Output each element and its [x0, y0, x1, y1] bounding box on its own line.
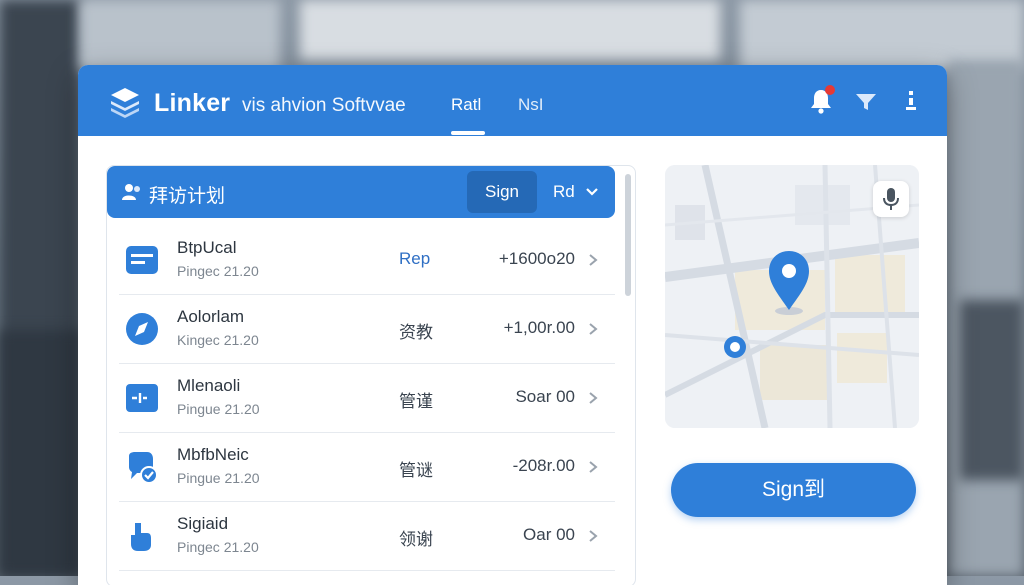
stack-logo-icon	[111, 88, 139, 118]
list-item[interactable]: MbfbNeic Pingue 21.20 管谜 -208r.00	[119, 433, 615, 502]
visit-status: 资教	[399, 323, 433, 342]
filter-dropdown[interactable]: Rd	[553, 182, 575, 202]
visit-plan-header: 拜访计划 Sign Rd	[107, 166, 615, 218]
visit-time: Kingec 21.20	[177, 332, 259, 348]
location-map[interactable]	[665, 165, 919, 428]
list-item[interactable]: Sigiaid Pingec 21.20 领谢 Oar 00	[119, 502, 615, 571]
card-icon	[126, 246, 158, 274]
visit-plan-title: 拜访计划	[149, 186, 226, 207]
compass-icon	[126, 313, 158, 345]
app-window: Linker vis ahvion Softvvae Ratl NsI 拜访计划	[78, 65, 947, 585]
chevron-right-icon	[589, 530, 598, 542]
visit-name: Sigiaid	[177, 514, 229, 533]
more-icon[interactable]	[898, 87, 924, 115]
visit-amount: Oar 00	[523, 525, 575, 544]
chevron-right-icon	[589, 461, 598, 473]
microphone-button[interactable]	[873, 181, 909, 217]
visit-name: MbfbNeic	[177, 445, 249, 464]
app-brand: Linker	[154, 89, 231, 117]
notification-badge	[825, 85, 835, 95]
visit-status: Rep	[399, 249, 431, 268]
visit-time: Pingec 21.20	[177, 263, 259, 279]
visit-amount: Soar 00	[515, 387, 575, 406]
visit-name: BtpUcal	[177, 238, 237, 257]
visit-time: Pingec 21.20	[177, 539, 259, 555]
sign-in-button[interactable]: Sign到	[671, 463, 916, 517]
pulse-icon	[126, 384, 158, 412]
hand-icon	[131, 523, 151, 551]
list-item[interactable]: Mlenaoli Pingue 21.20 管谨 Soar 00	[119, 364, 615, 433]
visit-status: 管谨	[399, 392, 433, 411]
visit-name: Aolorlam	[177, 307, 245, 326]
funnel-icon[interactable]	[853, 87, 879, 115]
visit-amount: +1600o20	[498, 249, 575, 268]
chevron-right-icon	[589, 323, 598, 335]
list-item[interactable]: Aolorlam Kingec 21.20 资教 +1,00r.00	[119, 295, 615, 364]
chevron-down-icon[interactable]	[585, 185, 599, 199]
visit-time: Pingue 21.20	[177, 401, 260, 417]
app-brand-subtitle: vis ahvion Softvvae	[242, 95, 406, 116]
chat-check-icon	[129, 452, 158, 484]
chevron-right-icon	[589, 254, 598, 266]
visit-amount: -208r.00	[512, 456, 575, 475]
visit-status: 领谢	[399, 530, 433, 549]
top-bar: Linker vis ahvion Softvvae Ratl NsI	[78, 65, 947, 136]
active-tab-indicator	[451, 131, 485, 135]
tab-nsi[interactable]: NsI	[518, 95, 544, 115]
scrollbar[interactable]	[625, 174, 631, 296]
visit-time: Pingue 21.20	[177, 470, 260, 486]
visit-list: BtpUcal Pingec 21.20 Rep +1600o20 Aolorl…	[119, 226, 615, 571]
users-icon	[122, 184, 140, 200]
sign-filter-button[interactable]: Sign	[467, 171, 537, 213]
list-item[interactable]: BtpUcal Pingec 21.20 Rep +1600o20	[119, 226, 615, 295]
visit-plan-panel: 拜访计划 Sign Rd BtpUcal Pingec 21.20 Rep +1…	[106, 165, 636, 585]
visit-amount: +1,00r.00	[503, 318, 575, 337]
tab-ratl[interactable]: Ratl	[451, 95, 481, 115]
visit-name: Mlenaoli	[177, 376, 241, 395]
microphone-icon	[883, 188, 899, 210]
chevron-right-icon	[589, 392, 598, 404]
visit-status: 管谜	[399, 461, 433, 480]
